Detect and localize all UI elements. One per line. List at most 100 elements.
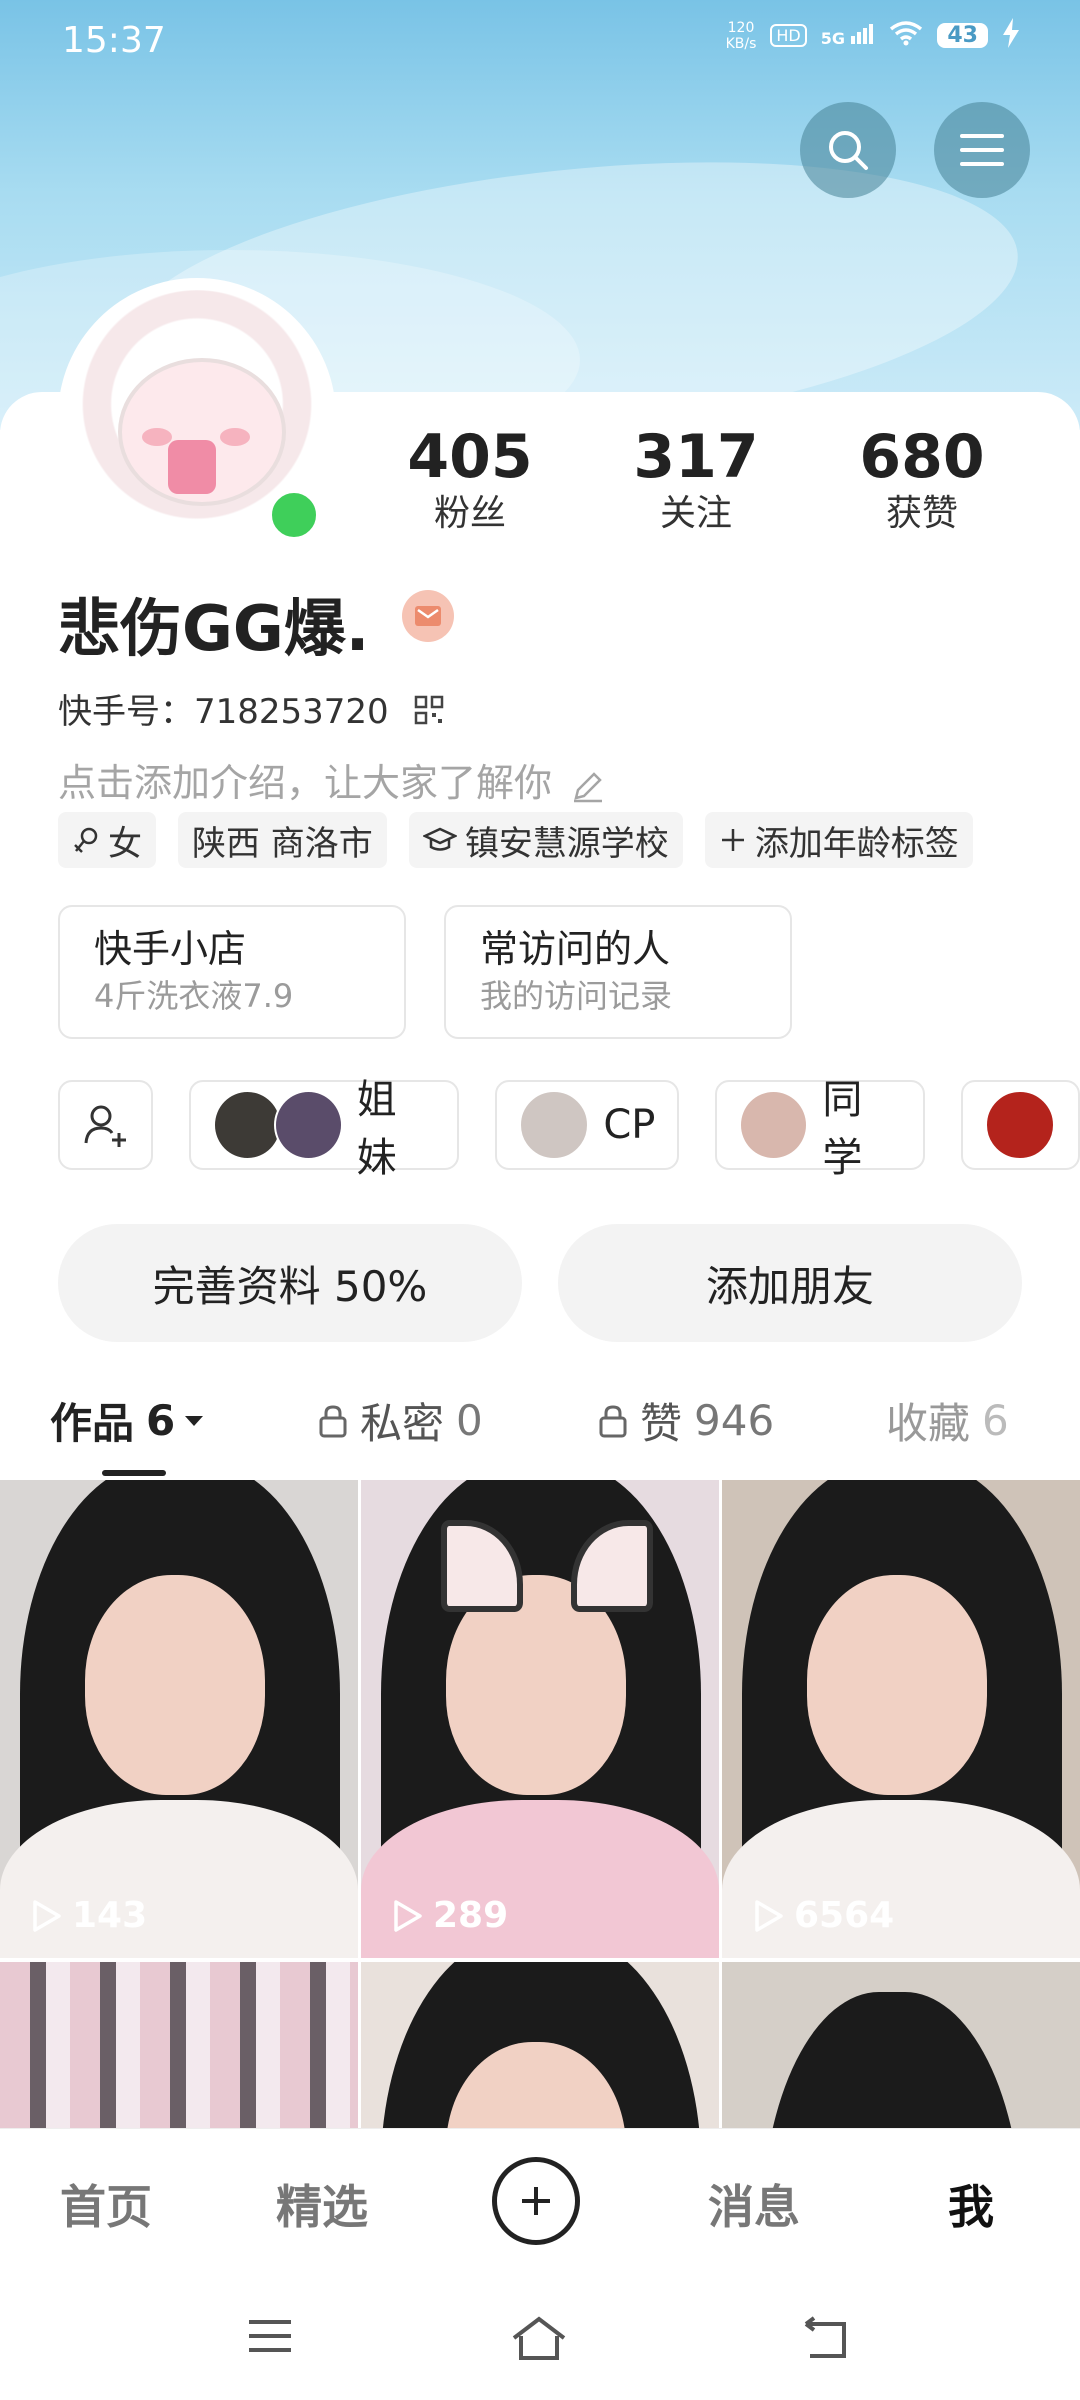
group-avatar [739,1090,809,1160]
group-avatar [212,1090,282,1160]
level-badge-icon[interactable] [402,590,454,642]
tab-label: 作品 [50,1399,135,1448]
tab-private[interactable]: 私密 0 [318,1390,483,1451]
group-avatar [273,1090,343,1160]
network-speed-value: 120 [727,19,755,36]
stat-value: 405 [407,422,533,492]
play-icon [394,1899,422,1932]
tag-gender[interactable]: 女 [58,812,156,868]
avatar-phone [168,440,216,494]
tag-label: 镇安慧源学校 [464,823,669,864]
search-icon [829,131,868,170]
play-count: 289 [391,1895,508,1936]
recent-apps-icon[interactable] [246,2316,294,2360]
group-more[interactable] [961,1080,1080,1170]
female-icon [74,827,98,853]
tab-label: 赞 [640,1399,683,1448]
play-icon [755,1899,783,1932]
video-thumbnail[interactable]: 289 [361,1480,719,1958]
menu-button[interactable] [934,102,1030,198]
avatar-cheek [220,428,250,446]
tab-favorites[interactable]: 收藏 6 [886,1390,1009,1451]
group-cp[interactable]: CP [495,1080,680,1170]
visitors-card[interactable]: 常访问的人 我的访问记录 [444,905,792,1039]
video-thumbnail[interactable] [722,1962,1080,2128]
video-grid: 143 289 6564 [0,1480,1080,2128]
edit-icon [574,771,603,802]
network-speed-unit: KB/s [725,35,757,52]
tag-location[interactable]: 陕西 商洛市 [178,812,387,868]
plus-icon [522,2187,550,2215]
lock-icon [599,1404,627,1437]
bio-placeholder[interactable]: 点击添加介绍，让大家了解你 [58,752,606,807]
charging-icon [1002,18,1020,53]
stat-label: 关注 [659,493,732,534]
nav-messages[interactable]: 消息 [708,2171,800,2237]
add-person-icon [84,1105,127,1147]
graduation-cap-icon [422,827,457,851]
friend-groups: 姐妹 CP 同学 [58,1077,1080,1181]
play-icon [33,1899,61,1932]
stat-followers[interactable]: 405 粉丝 [380,422,560,536]
play-count: 143 [30,1895,147,1936]
stat-value: 680 [859,422,985,492]
video-thumbnail[interactable] [361,1962,719,2128]
complete-profile-button[interactable]: 完善资料 50% [58,1224,522,1342]
user-id-label: 快手号： [58,692,194,732]
add-group-button[interactable] [58,1080,153,1170]
play-count: 6564 [752,1895,894,1936]
thumbnail-face [807,1575,987,1795]
tab-count: 946 [694,1396,775,1445]
shortcut-title: 常访问的人 [480,927,671,971]
tag-school[interactable]: 镇安慧源学校 [408,812,683,868]
user-id[interactable]: 快手号：718253720 [58,684,444,734]
tab-count: 6 [146,1396,176,1445]
status-bar: 15:37 120 KB/s HD 5G 43 [0,0,1080,84]
stat-following[interactable]: 317 关注 [606,422,786,536]
group-sisters[interactable]: 姐妹 [188,1077,460,1181]
tag-label: 添加年龄标签 [754,823,959,864]
battery-icon: 43 [937,23,988,48]
nav-home[interactable]: 首页 [60,2171,152,2237]
video-thumbnail[interactable] [0,1962,358,2128]
stat-value: 317 [633,422,759,492]
stat-label: 粉丝 [433,493,506,534]
thumbnail-image [762,1992,1022,2128]
signal-label: 5G [820,29,846,48]
avatar-cheek [142,428,172,446]
qr-code-icon[interactable] [414,694,444,734]
shortcut-title: 快手小店 [94,927,247,971]
nav-me[interactable]: 我 [948,2171,994,2237]
status-time: 15:37 [62,20,166,61]
tab-count: 0 [456,1396,483,1445]
play-count-value: 289 [433,1895,509,1936]
tab-indicator [102,1470,166,1476]
shop-card[interactable]: 快手小店 4斤洗衣液7.9 [58,905,406,1039]
lock-icon [319,1404,347,1437]
video-thumbnail[interactable]: 6564 [722,1480,1080,1958]
shortcut-subtitle: 我的访问记录 [480,977,673,1015]
create-button[interactable] [492,2157,580,2245]
nav-featured[interactable]: 精选 [276,2171,368,2237]
profile-name: 悲伤GG爆. [58,592,370,665]
tag-add-age[interactable]: 添加年龄标签 [704,812,973,868]
back-icon[interactable] [800,2316,850,2366]
bottom-navigation: 首页 精选 消息 我 [0,2128,1080,2279]
caret-down-icon [185,1415,204,1426]
tab-works[interactable]: 作品 6 [50,1390,205,1451]
group-label: CP [603,1102,656,1148]
tag-label: 陕西 商洛市 [192,823,373,864]
stat-likes[interactable]: 680 获赞 [832,422,1012,536]
status-icons: 120 KB/s HD 5G 43 [726,18,1020,53]
online-status-dot [266,487,322,543]
content-tabs: 作品 6 私密 0 赞 946 收藏 6 [0,1390,1080,1480]
home-icon[interactable] [510,2316,568,2366]
tab-liked[interactable]: 赞 946 [598,1390,774,1451]
tab-label: 收藏 [886,1399,971,1448]
signal-icon: 5G [821,22,876,49]
video-thumbnail[interactable]: 143 [0,1480,358,1958]
add-friend-button[interactable]: 添加朋友 [558,1224,1022,1342]
search-button[interactable] [800,102,896,198]
group-classmates[interactable]: 同学 [715,1077,926,1181]
tab-count: 6 [982,1396,1009,1445]
